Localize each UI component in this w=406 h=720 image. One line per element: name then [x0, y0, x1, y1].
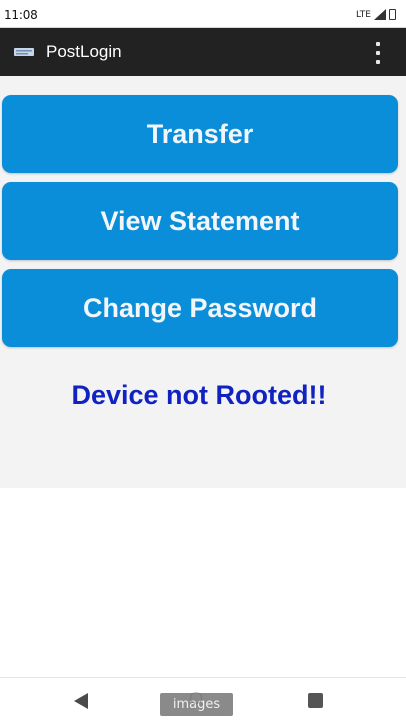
status-icons: LTE [356, 9, 396, 20]
navigation-bar: images [0, 677, 406, 720]
status-time: 11:08 [4, 8, 38, 22]
overflow-menu-icon[interactable] [374, 42, 382, 64]
main-content: Transfer View Statement Change Password … [0, 76, 406, 488]
network-type: LTE [356, 9, 371, 20]
status-bar: 11:08 LTE [0, 0, 406, 28]
menu-dot [376, 42, 380, 46]
view-statement-button[interactable]: View Statement [2, 182, 398, 260]
app-title: PostLogin [46, 42, 122, 61]
app-bar: PostLogin [0, 28, 406, 76]
menu-dot [376, 60, 380, 64]
screen: 11:08 LTE PostLogin Transfer View Statem… [0, 0, 406, 720]
change-password-button[interactable]: Change Password [2, 269, 398, 347]
battery-icon [389, 9, 396, 20]
home-icon [190, 692, 202, 704]
signal-icon [374, 9, 386, 20]
device-status-text: Device not Rooted!! [71, 380, 327, 410]
back-icon[interactable] [74, 693, 88, 709]
menu-dot [376, 51, 380, 55]
transfer-button[interactable]: Transfer [2, 95, 398, 173]
recents-icon[interactable] [308, 693, 323, 708]
app-icon [14, 48, 34, 56]
